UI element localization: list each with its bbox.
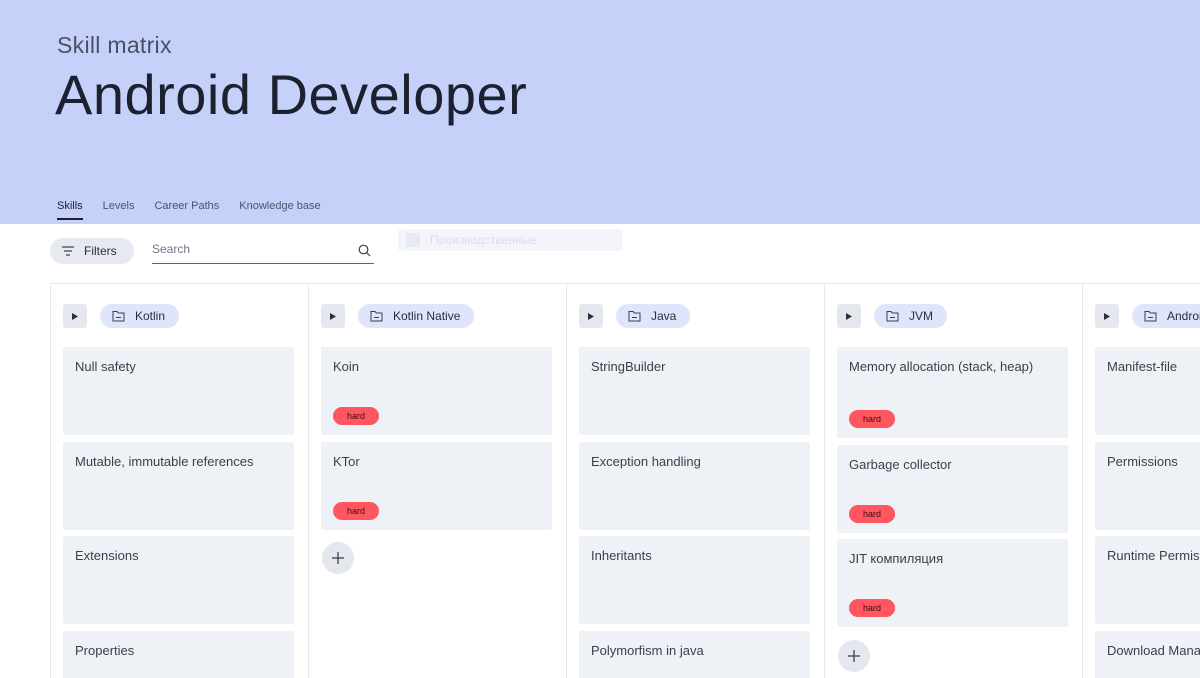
folder-icon (370, 311, 383, 322)
skill-title: Garbage collector (849, 457, 952, 472)
tab-skills[interactable]: Skills (57, 200, 83, 220)
group-chip[interactable]: JVM (874, 304, 947, 328)
skill-title: Manifest-file (1107, 359, 1178, 374)
add-skill-button[interactable] (322, 542, 354, 574)
skill-title: JIT компиляция (849, 551, 944, 566)
folder-icon (886, 311, 899, 322)
folder-icon (112, 311, 125, 322)
skill-column: Android Manifest-file Permissions Runtim… (1082, 284, 1200, 678)
group-chip[interactable]: Android (1132, 304, 1200, 328)
difficulty-badge: hard (849, 505, 895, 523)
skill-card[interactable]: Extensions (63, 536, 294, 624)
tab-levels[interactable]: Levels (103, 200, 135, 220)
column-header: Kotlin (63, 304, 180, 328)
group-name: JVM (909, 309, 933, 323)
tab-bar: Skills Levels Career Paths Knowledge bas… (57, 200, 341, 220)
skill-title: Properties (75, 643, 135, 658)
skill-card[interactable]: Koin hard (321, 347, 552, 435)
group-name: Java (651, 309, 677, 323)
plus-icon (848, 650, 860, 662)
group-name: Android (1167, 309, 1200, 323)
skill-card[interactable]: StringBuilder (579, 347, 810, 435)
search-icon[interactable] (358, 244, 371, 257)
column-header: Kotlin Native (321, 304, 475, 328)
expand-button[interactable] (321, 304, 345, 328)
skill-card[interactable]: Properties (63, 631, 294, 678)
skill-card[interactable]: Runtime Permissions (1095, 536, 1200, 624)
plus-icon (332, 552, 344, 564)
caret-right-icon (72, 312, 78, 320)
difficulty-badge: hard (849, 599, 895, 617)
skill-card[interactable]: JIT компиляция hard (837, 539, 1068, 627)
ghost-icon (406, 233, 420, 247)
skill-card[interactable]: KTor hard (321, 442, 552, 530)
add-skill-button[interactable] (838, 640, 870, 672)
caret-right-icon (588, 312, 594, 320)
skill-column: JVM Memory allocation (stack, heap) hard… (824, 284, 1082, 678)
caret-right-icon (1104, 312, 1110, 320)
ghost-search-overlay: Производственные (398, 229, 622, 251)
expand-button[interactable] (63, 304, 87, 328)
header-banner: Skill matrix Android Developer Skills Le… (0, 0, 1200, 224)
column-header: JVM (837, 304, 947, 328)
search-placeholder: Search (152, 242, 191, 256)
skill-card[interactable]: Manifest-file (1095, 347, 1200, 435)
difficulty-badge: hard (333, 502, 379, 520)
skill-title: Permissions (1107, 454, 1178, 469)
caret-right-icon (330, 312, 336, 320)
difficulty-badge: hard (333, 407, 379, 425)
skill-title: Null safety (75, 359, 136, 374)
skill-column: Kotlin Null safety Mutable, immutable re… (50, 284, 308, 678)
column-header: Android (1095, 304, 1200, 328)
folder-icon (1144, 311, 1157, 322)
caret-right-icon (846, 312, 852, 320)
skill-card[interactable]: Memory allocation (stack, heap) hard (837, 347, 1068, 438)
group-chip[interactable]: Java (616, 304, 691, 328)
skill-card[interactable]: Exception handling (579, 442, 810, 530)
skill-title: Koin (333, 359, 360, 374)
group-name: Kotlin Native (393, 309, 461, 323)
skill-title: KTor (333, 454, 360, 469)
skill-title: Download Manager (1107, 643, 1200, 658)
group-name: Kotlin (135, 309, 166, 323)
skill-card[interactable]: Download Manager (1095, 631, 1200, 678)
tab-knowledge-base[interactable]: Knowledge base (239, 200, 320, 220)
filter-icon (62, 246, 74, 256)
group-chip[interactable]: Kotlin (100, 304, 180, 328)
expand-button[interactable] (837, 304, 861, 328)
skill-card[interactable]: Null safety (63, 347, 294, 435)
skill-title: StringBuilder (591, 359, 666, 374)
column-header: Java (579, 304, 691, 328)
skill-card[interactable]: Permissions (1095, 442, 1200, 530)
skill-title: Memory allocation (stack, heap) (849, 359, 1034, 374)
page-eyebrow: Skill matrix (57, 32, 172, 58)
filters-label: Filters (84, 244, 117, 258)
page-title: Android Developer (55, 63, 528, 126)
skill-card[interactable]: Inheritants (579, 536, 810, 624)
skill-title: Mutable, immutable references (75, 454, 254, 469)
skill-title: Extensions (75, 548, 139, 563)
folder-icon (628, 311, 641, 322)
skill-title: Runtime Permissions (1107, 548, 1200, 563)
skill-title: Polymorfism in java (591, 643, 704, 658)
expand-button[interactable] (1095, 304, 1119, 328)
skill-card[interactable]: Polymorfism in java (579, 631, 810, 678)
skill-title: Inheritants (591, 548, 652, 563)
skill-card[interactable]: Mutable, immutable references (63, 442, 294, 530)
expand-button[interactable] (579, 304, 603, 328)
group-chip[interactable]: Kotlin Native (358, 304, 475, 328)
filters-button[interactable]: Filters (50, 238, 134, 264)
search-input[interactable]: Search (152, 238, 374, 264)
difficulty-badge: hard (849, 410, 895, 428)
skill-column: Kotlin Native Koin hard KTor hard (308, 284, 566, 678)
skill-column: Java StringBuilder Exception handling In… (566, 284, 824, 678)
skill-title: Exception handling (591, 454, 701, 469)
ghost-search-text: Производственные (430, 233, 537, 247)
tab-career-paths[interactable]: Career Paths (154, 200, 219, 220)
skill-card[interactable]: Garbage collector hard (837, 445, 1068, 533)
